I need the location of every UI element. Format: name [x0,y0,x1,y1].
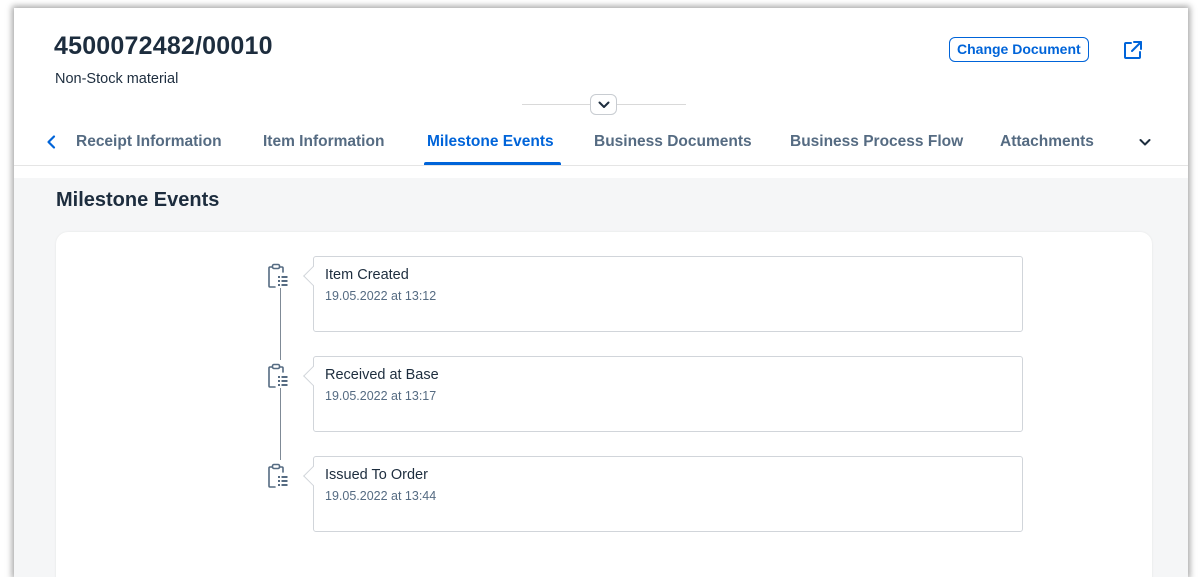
app-window: 4500072482/00010 Non-Stock material Chan… [14,8,1188,577]
milestone-item[interactable]: Item Created 19.05.2022 at 13:12 [303,256,1023,332]
change-document-button[interactable]: Change Document [949,37,1089,62]
tab-attachments[interactable]: Attachments [1000,133,1094,151]
timeline-connector [280,288,281,360]
page-subtitle: Non-Stock material [55,71,179,87]
milestone-item[interactable]: Received at Base 19.05.2022 at 13:17 [303,356,1023,432]
tab-business-process-flow[interactable]: Business Process Flow [790,133,963,151]
chevron-down-icon[interactable] [1136,133,1154,151]
milestone-timeline-card: Item Created 19.05.2022 at 13:12 Receive… [56,232,1152,577]
milestone-pointer [303,366,323,386]
milestone-title: Issued To Order [325,467,428,483]
timeline-connector [280,388,281,460]
share-icon[interactable] [1122,39,1144,61]
tab-item-information[interactable]: Item Information [263,133,384,151]
section-title: Milestone Events [56,189,220,211]
tab-business-documents[interactable]: Business Documents [594,133,752,151]
milestone-timestamp: 19.05.2022 at 13:12 [325,289,437,303]
milestone-pointer [303,266,323,286]
object-page-header: 4500072482/00010 Non-Stock material Chan… [14,8,1188,178]
clipboard-list-icon [264,462,292,488]
chevron-left-icon[interactable] [43,133,61,151]
tab-receipt-information[interactable]: Receipt Information [76,133,222,151]
milestone-timestamp: 19.05.2022 at 13:44 [325,489,437,503]
milestone-pointer [303,466,323,486]
milestone-item[interactable]: Issued To Order 19.05.2022 at 13:44 [303,456,1023,532]
chevron-down-icon [598,101,609,108]
page-title: 4500072482/00010 [54,32,273,60]
tab-bar: Receipt Information Item Information Mil… [14,120,1188,166]
milestone-title: Received at Base [325,367,439,383]
tab-milestone-events[interactable]: Milestone Events [427,133,554,151]
clipboard-list-icon [264,362,292,388]
active-tab-indicator [424,162,561,165]
clipboard-list-icon [264,262,292,288]
collapse-header-button[interactable] [590,94,617,115]
milestone-timestamp: 19.05.2022 at 13:17 [325,389,437,403]
milestone-title: Item Created [325,267,409,283]
